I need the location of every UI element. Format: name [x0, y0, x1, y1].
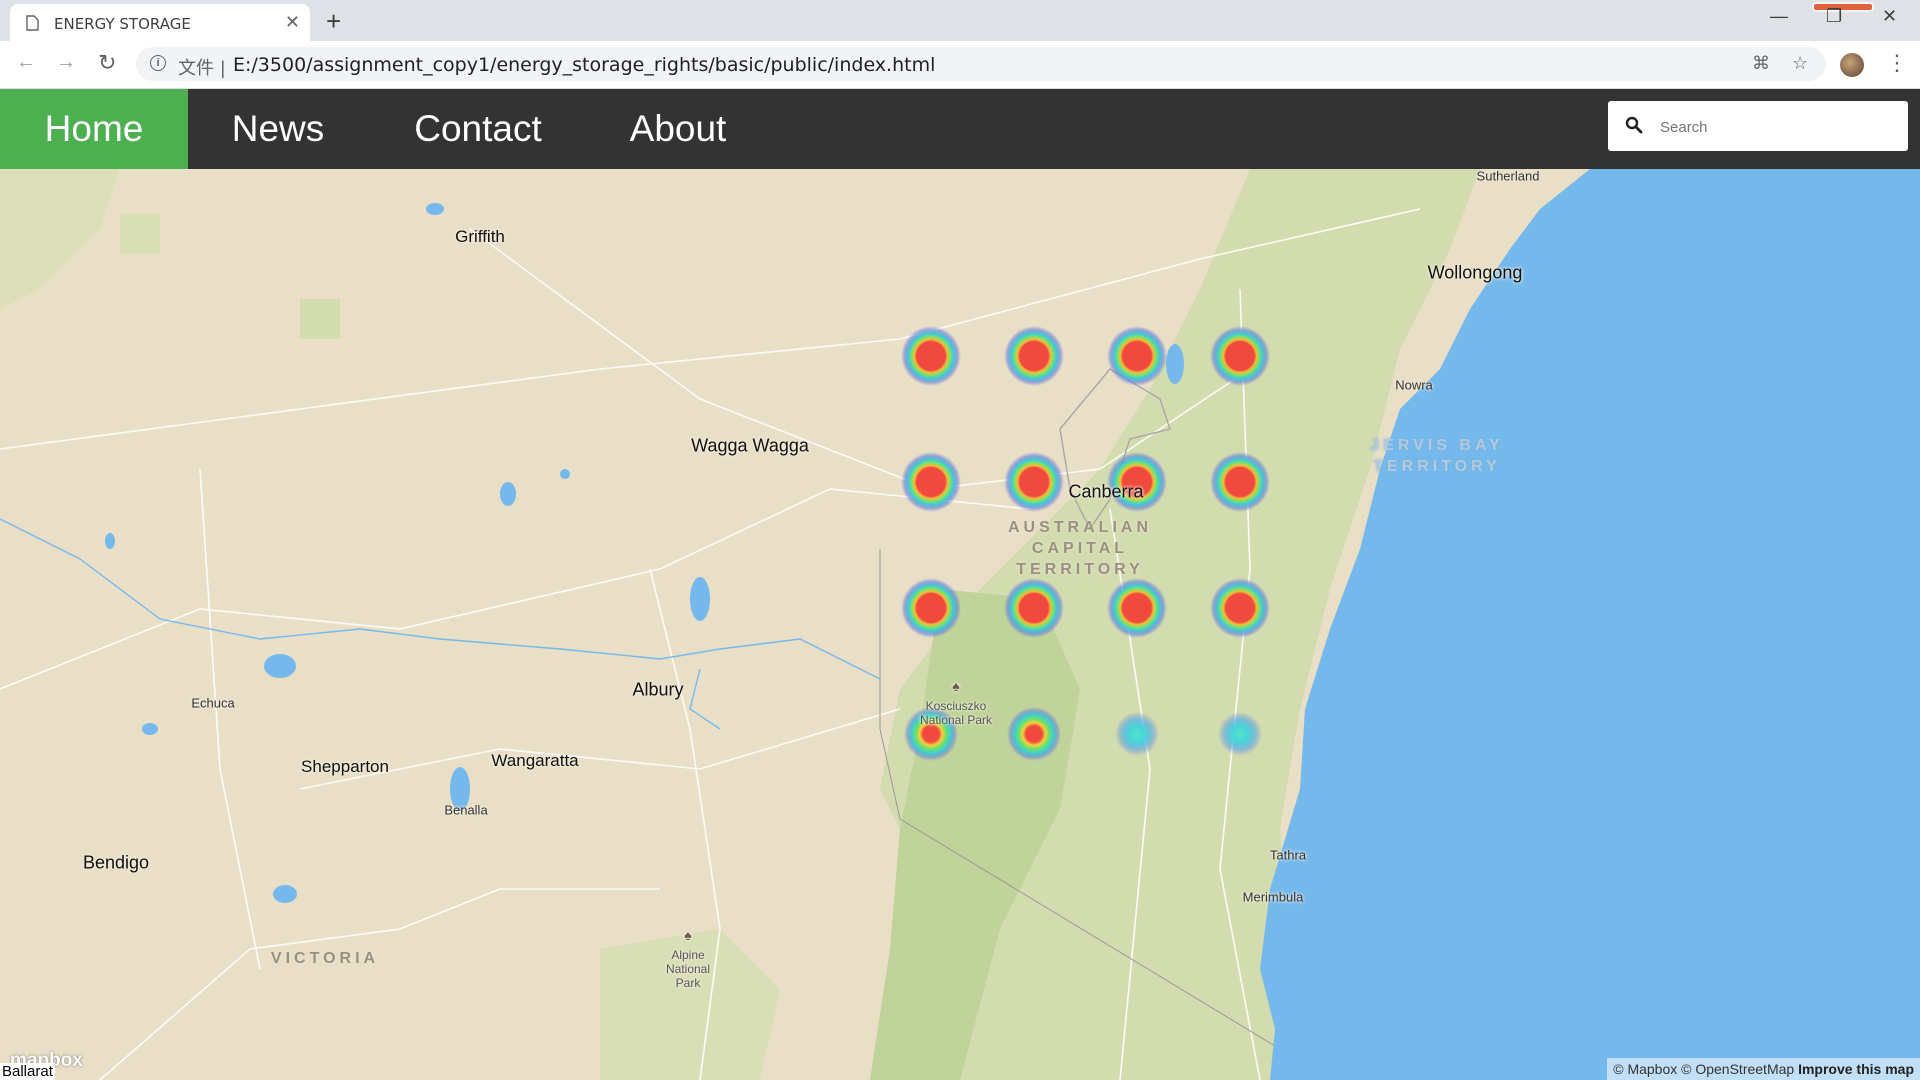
window-close-icon[interactable]: ✕: [1882, 6, 1897, 27]
place-label: Echuca: [191, 695, 235, 711]
tab-close-icon[interactable]: ✕: [285, 12, 300, 32]
improve-map-link[interactable]: Improve this map: [1798, 1061, 1914, 1077]
restore-icon[interactable]: ❐: [1826, 6, 1842, 27]
forward-icon[interactable]: →: [56, 51, 76, 74]
park-tree-icon: ♠: [684, 927, 692, 943]
search-box[interactable]: [1608, 101, 1908, 151]
place-label: Ballarat: [0, 1063, 55, 1080]
region-label: VICTORIA: [270, 950, 380, 967]
heatmap-point: [1107, 326, 1167, 386]
browser-tab-bar: ENERGY STORAGE ✕ + — ❐ ✕: [0, 0, 1920, 41]
nav-news[interactable]: News: [188, 89, 368, 169]
park-tree-icon: ♠: [952, 678, 960, 694]
menu-icon[interactable]: ⋮: [1886, 50, 1908, 76]
place-label: Shepparton: [301, 757, 389, 776]
browser-toolbar: ← → ↻ i 文件 | E:/3500/assignment_copy1/en…: [0, 41, 1920, 89]
heatmap-point: [1210, 326, 1270, 386]
heatmap-point: [901, 578, 961, 638]
heatmap-layer: [901, 326, 1270, 761]
file-label: 文件 |: [178, 58, 226, 79]
place-label: Wangaratta: [491, 751, 579, 770]
map-attribution: © Mapbox © OpenStreetMap Improve this ma…: [1607, 1058, 1920, 1080]
star-icon[interactable]: ☆: [1792, 53, 1808, 74]
tab-title: ENERGY STORAGE: [54, 15, 191, 33]
site-navbar: Home News Contact About: [0, 89, 1920, 169]
heatmap-point: [1115, 712, 1159, 756]
heatmap-point: [1210, 452, 1270, 512]
heatmap-point: [1004, 326, 1064, 386]
place-label: Albury: [632, 679, 684, 700]
heatmap-point: [1218, 712, 1262, 756]
page-icon: [26, 15, 39, 31]
heatmap-point: [1004, 578, 1064, 638]
new-tab-button[interactable]: +: [326, 6, 341, 36]
heatmap-point: [1107, 578, 1167, 638]
region-label: JERVIS BAY: [1370, 437, 1504, 454]
nav-contact[interactable]: Contact: [368, 89, 588, 169]
translate-icon[interactable]: ⌘: [1752, 53, 1770, 74]
place-label: Wagga Wagga: [691, 435, 809, 456]
url-text[interactable]: E:/3500/assignment_copy1/energy_storage_…: [233, 54, 935, 76]
heatmap-point: [1210, 578, 1270, 638]
info-icon[interactable]: i: [150, 55, 166, 71]
map-canvas[interactable]: Sutherland Griffith Wollongong Nowra Wag…: [0, 169, 1920, 1080]
region-label: TERRITORY: [1373, 458, 1501, 475]
nav-about[interactable]: About: [588, 89, 768, 169]
place-label: Canberra: [1068, 481, 1144, 502]
browser-tab[interactable]: ENERGY STORAGE ✕: [10, 4, 310, 41]
search-input[interactable]: [1658, 111, 1898, 143]
profile-indicator: [1812, 2, 1874, 12]
heatmap-point: [901, 452, 961, 512]
place-label: Tathra: [1269, 847, 1307, 863]
place-label: Nowra: [1395, 377, 1433, 393]
attribution-text[interactable]: © Mapbox © OpenStreetMap: [1613, 1061, 1794, 1077]
profile-avatar[interactable]: [1840, 53, 1864, 77]
heatmap-point: [1004, 452, 1064, 512]
reload-icon[interactable]: ↻: [98, 50, 116, 76]
nav-home[interactable]: Home: [0, 89, 188, 169]
place-label: Sutherland: [1476, 169, 1540, 184]
region-label: AUSTRALIAN: [1008, 519, 1152, 536]
back-icon[interactable]: ←: [16, 51, 36, 74]
park-label: Alpine National Park: [665, 948, 711, 990]
place-label: Bendigo: [82, 852, 150, 873]
heatmap-point: [901, 326, 961, 386]
heatmap-point: [1007, 707, 1061, 761]
park-label: Kosciuszko National Park: [919, 699, 993, 727]
place-label: Griffith: [455, 227, 505, 246]
address-bar[interactable]: i 文件 | E:/3500/assignment_copy1/energy_s…: [136, 47, 1826, 81]
place-label: Merimbula: [1242, 889, 1304, 905]
region-label: TERRITORY: [1016, 561, 1144, 578]
place-label: Wollongong: [1427, 262, 1523, 283]
minimize-icon[interactable]: —: [1770, 6, 1788, 27]
place-label: Benalla: [444, 802, 488, 818]
search-icon: [1625, 116, 1643, 134]
region-label: CAPITAL: [1031, 540, 1129, 557]
